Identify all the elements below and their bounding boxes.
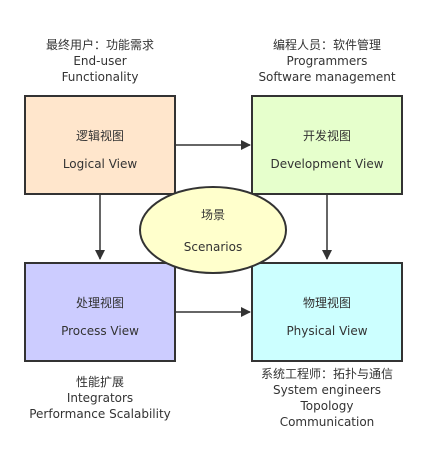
- scenarios-en: Scenarios: [184, 240, 242, 254]
- scenarios-cn: 场景: [201, 208, 225, 222]
- scenarios-layer: 场景 Scenarios: [139, 186, 287, 274]
- scenarios-ellipse: [139, 186, 287, 274]
